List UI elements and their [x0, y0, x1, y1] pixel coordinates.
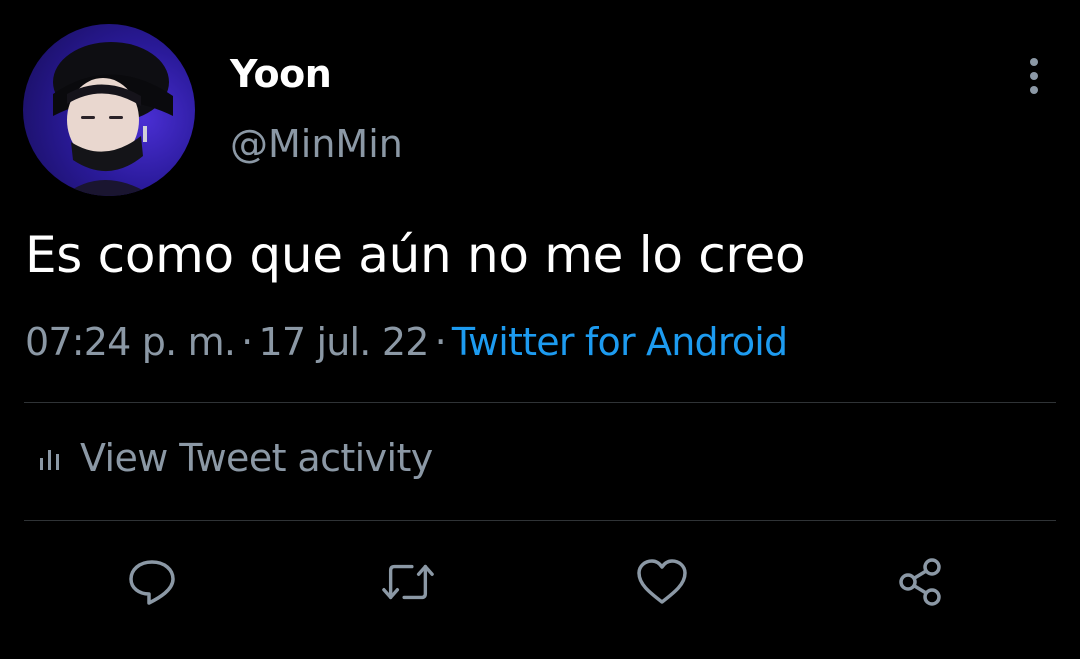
- more-vertical-icon: [1030, 58, 1038, 94]
- retweet-icon: [382, 564, 434, 600]
- share-icon: [899, 558, 941, 606]
- heart-icon: [637, 559, 687, 604]
- avatar[interactable]: [23, 24, 195, 196]
- tweet-date[interactable]: 17 jul. 22: [258, 320, 429, 364]
- tweet-meta: 07:24 p. m. · 17 jul. 22 · Twitter for Andro…: [25, 320, 788, 364]
- more-options-button[interactable]: [1014, 56, 1054, 96]
- divider: [24, 402, 1056, 403]
- user-handle[interactable]: @MinMin: [230, 122, 403, 166]
- meta-separator: ·: [241, 320, 253, 364]
- avatar-photo: [53, 42, 173, 196]
- view-tweet-activity-label: View Tweet activity: [80, 436, 433, 480]
- bar-chart-icon: [40, 450, 59, 470]
- reply-button[interactable]: [125, 555, 179, 609]
- retweet-button[interactable]: [381, 555, 435, 609]
- meta-separator: ·: [434, 320, 447, 364]
- share-button[interactable]: [893, 555, 947, 609]
- view-tweet-activity-button[interactable]: View Tweet activity: [36, 436, 433, 480]
- tweet-text: Es como que aún no me lo creo: [25, 226, 806, 284]
- tweet-source-link[interactable]: Twitter for Android: [452, 320, 788, 364]
- display-name[interactable]: Yoon: [230, 52, 332, 96]
- divider: [24, 520, 1056, 521]
- reply-icon: [129, 560, 175, 605]
- tweet-time[interactable]: 07:24 p. m.: [25, 320, 236, 364]
- like-button[interactable]: [635, 555, 689, 609]
